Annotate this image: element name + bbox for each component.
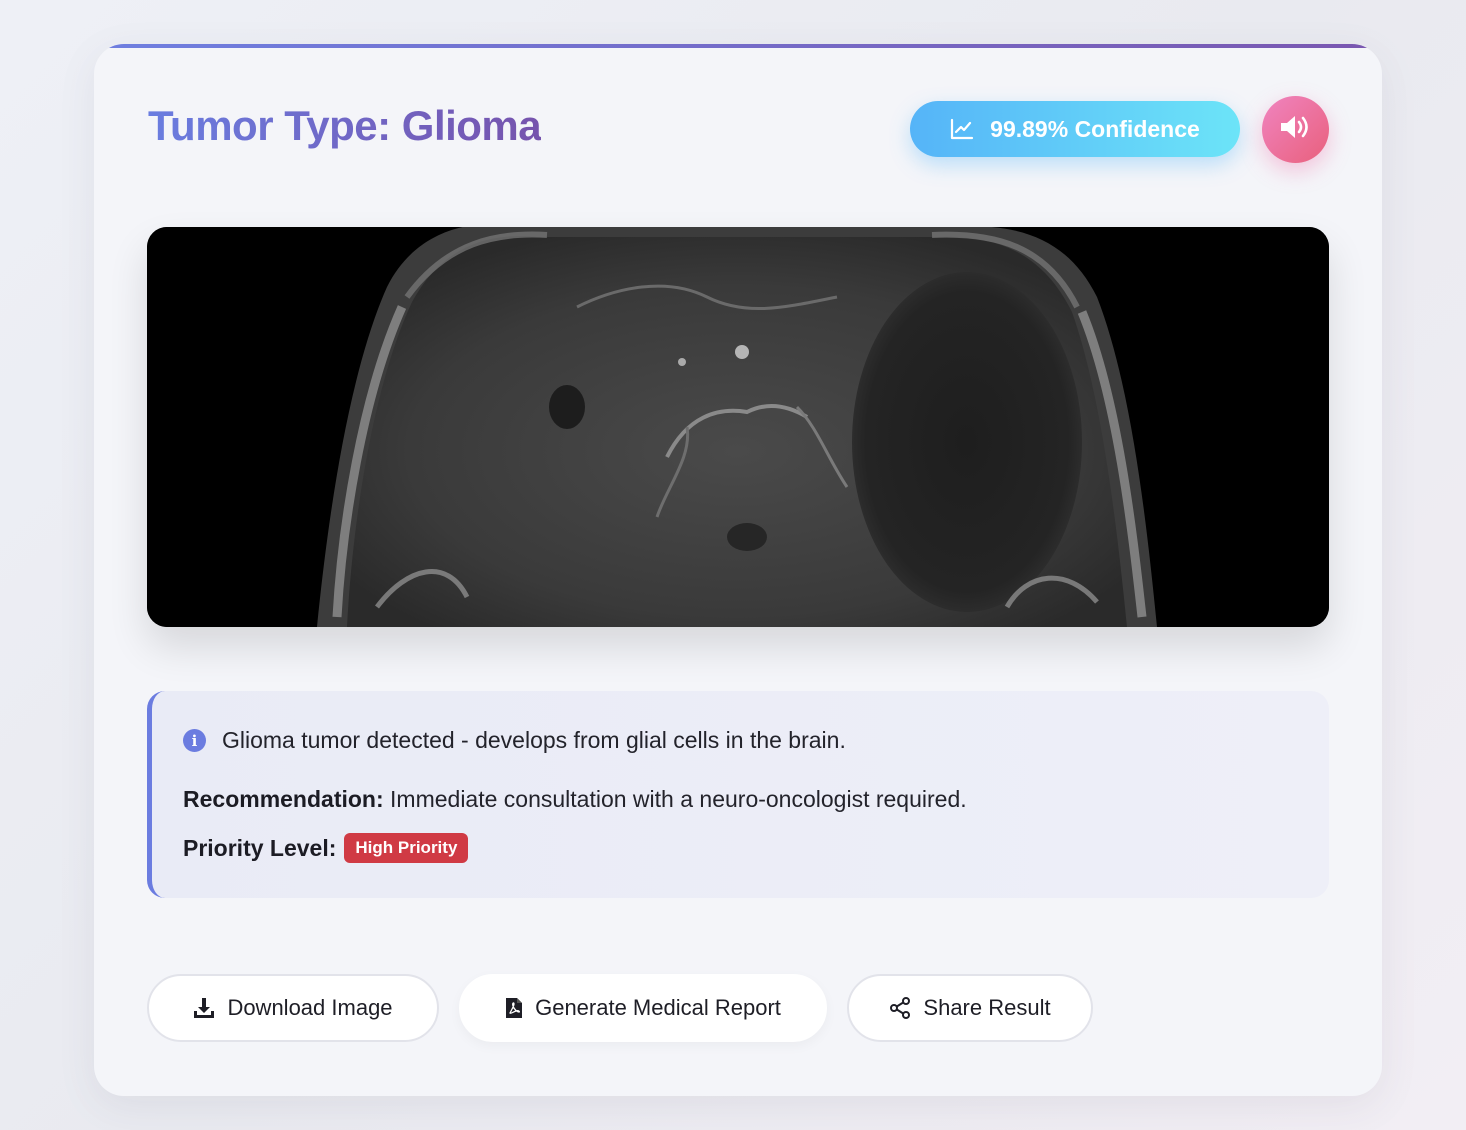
result-card: Tumor Type: Glioma 99.89% Confidence i G… xyxy=(94,44,1382,1096)
read-aloud-button[interactable] xyxy=(1262,96,1329,163)
download-label: Download Image xyxy=(227,995,393,1020)
priority-label: Priority Level: xyxy=(183,834,337,861)
diagnosis-info-panel: i Glioma tumor detected - develops from … xyxy=(147,691,1329,898)
download-icon xyxy=(193,997,215,1019)
priority-level: Priority Level: High Priority xyxy=(183,833,469,863)
description-text: Glioma tumor detected - develops from gl… xyxy=(222,727,846,753)
download-image-button[interactable]: Download Image xyxy=(147,974,439,1042)
volume-icon xyxy=(1279,113,1313,146)
pdf-file-icon xyxy=(505,997,523,1019)
diagnosis-description: i Glioma tumor detected - develops from … xyxy=(183,727,846,754)
generate-report-button[interactable]: Generate Medical Report xyxy=(459,974,827,1042)
share-label: Share Result xyxy=(923,995,1051,1020)
confidence-text: 99.89% Confidence xyxy=(990,115,1200,142)
info-circle-icon: i xyxy=(183,729,206,752)
recommendation-label: Recommendation: xyxy=(183,786,384,812)
tumor-type-title: Tumor Type: Glioma xyxy=(148,102,542,149)
priority-badge: High Priority xyxy=(344,833,469,863)
mri-scan-image xyxy=(147,227,1329,627)
share-icon xyxy=(889,997,911,1019)
report-label: Generate Medical Report xyxy=(535,995,781,1020)
card-accent-bar xyxy=(94,44,1382,48)
chart-line-icon xyxy=(950,118,974,140)
share-result-button[interactable]: Share Result xyxy=(847,974,1093,1042)
recommendation: Recommendation: Immediate consultation w… xyxy=(183,786,967,813)
confidence-badge: 99.89% Confidence xyxy=(910,101,1240,157)
recommendation-text: Immediate consultation with a neuro-onco… xyxy=(383,786,967,812)
